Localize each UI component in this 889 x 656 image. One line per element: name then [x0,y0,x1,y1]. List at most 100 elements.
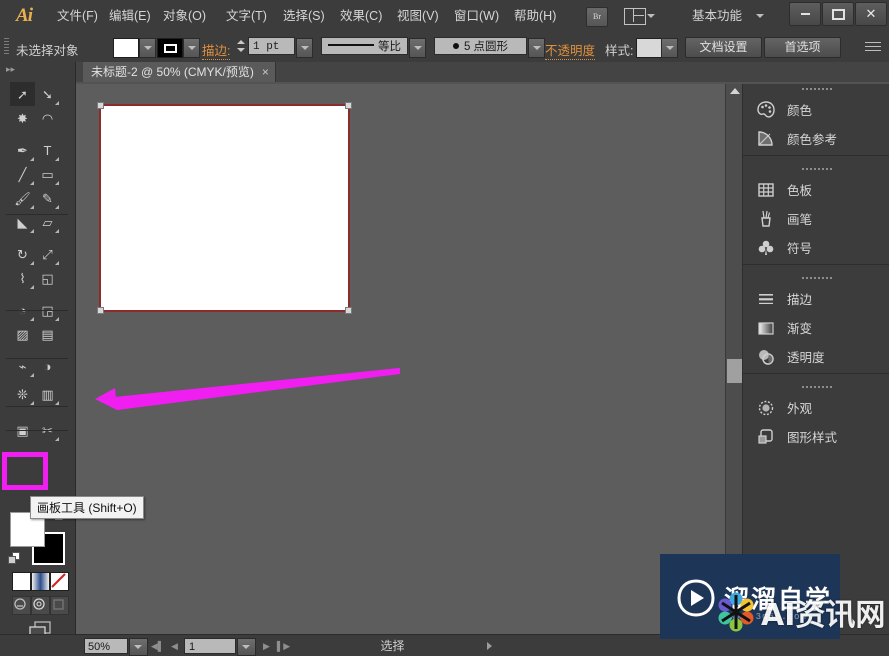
stroke-panel-label: 描边 [787,293,813,307]
selection-tool[interactable]: ➚ [10,82,35,106]
stroke-panel[interactable]: 描边 [743,284,889,313]
bridge-button[interactable]: Br [586,7,608,27]
dock-group-grip[interactable] [800,167,833,172]
gradient-tool[interactable]: ▤ [35,322,60,346]
arrange-documents-button[interactable] [624,6,658,26]
full-screen-button[interactable] [50,596,69,615]
stroke-weight-label[interactable]: 描边: [202,40,231,60]
tools-panel-grip[interactable]: ▸▸ [6,65,28,74]
free-transform-tool[interactable]: ◱ [35,266,60,290]
swatches-panel[interactable]: 色板 [743,175,889,204]
document-setup-button[interactable]: 文档设置 [685,37,762,58]
canvas-area[interactable] [76,84,725,634]
direct-selection-tool[interactable]: ➘ [35,82,60,106]
brush-definition-input[interactable]: 5 点圆形 [434,37,527,55]
color-guide-panel[interactable]: 颜色参考 [743,124,889,153]
style-dropdown[interactable] [661,38,678,58]
stroke-color-swatch[interactable] [157,38,183,58]
artboard-handle[interactable] [345,102,352,109]
gradient-panel[interactable]: 渐变 [743,313,889,342]
color-panel[interactable]: 颜色 [743,95,889,124]
width-tool[interactable]: ⌇ [10,266,35,290]
menu-item-3[interactable]: 文字(T) [221,6,272,26]
fill-color-swatch[interactable] [113,38,139,58]
lasso-tool[interactable]: ◠ [35,106,60,130]
menu-item-6[interactable]: 视图(V) [392,6,444,26]
first-artboard-button[interactable]: ◀▌ [149,638,166,654]
close-button[interactable]: ✕ [855,2,887,26]
scale-tool[interactable]: ⤢ [35,242,60,266]
line-segment-tool[interactable]: ╱ [10,162,35,186]
stroke-weight-dropdown[interactable] [296,38,313,58]
control-bar-menu-icon[interactable] [865,42,881,54]
tool-group-indicator [55,437,59,441]
style-swatch[interactable] [636,38,662,58]
rotate-tool[interactable]: ↻ [10,242,35,266]
mesh-tool[interactable]: ▨ [10,322,35,346]
paintbrush-tool[interactable]: 🖌 [10,186,35,210]
maximize-button[interactable] [822,2,854,26]
vertical-scroll-thumb[interactable] [727,359,742,383]
zoom-level-input[interactable]: 50% [84,638,128,654]
next-artboard-button[interactable]: ▶ [258,638,275,654]
preferences-button[interactable]: 首选项 [764,37,841,58]
document-tab[interactable]: 未标题-2 @ 50% (CMYK/预览) × [83,62,276,82]
rectangle-tool[interactable]: ▭ [35,162,60,186]
appearance-panel[interactable]: 外观 [743,393,889,422]
stroke-profile-input[interactable]: 等比 [321,37,408,55]
artboard[interactable] [97,102,352,314]
control-bar-grip[interactable] [4,38,9,56]
normal-screen-mode-button[interactable] [12,596,31,615]
pen-tool[interactable]: ✒ [10,138,35,162]
scroll-up-icon[interactable] [730,88,740,94]
artboard-handle[interactable] [97,307,104,314]
pencil-tool[interactable]: ✎ [35,186,60,210]
artboard-number-input[interactable]: 1 [184,638,236,654]
minimize-button[interactable] [789,2,821,26]
tool-group-indicator [30,317,34,321]
brush-definition-dropdown[interactable] [528,38,545,58]
artboard-handle[interactable] [97,102,104,109]
previous-artboard-button[interactable]: ◀ [166,638,183,654]
symbol-sprayer-tool[interactable]: ❊ [10,382,35,406]
default-fill-stroke-icon[interactable] [8,552,22,566]
graphic-styles-panel[interactable]: 图形样式 [743,422,889,451]
artboard-number-dropdown[interactable] [237,638,256,656]
type-tool[interactable]: T [35,138,60,162]
dock-group-grip[interactable] [800,276,833,281]
brushes-panel[interactable]: 画笔 [743,204,889,233]
stroke-profile-dropdown[interactable] [409,38,426,58]
symbols-panel[interactable]: 符号 [743,233,889,262]
stroke-weight-input[interactable]: 1 pt [248,37,295,55]
workspace-switcher[interactable]: 基本功能 [692,7,764,25]
menu-item-5[interactable]: 效果(C) [335,6,387,26]
artboard-handle[interactable] [345,307,352,314]
opacity-label[interactable]: 不透明度 [545,40,596,60]
stroke-weight-stepper[interactable] [235,37,246,55]
transparency-panel[interactable]: 透明度 [743,342,889,371]
full-screen-with-menubar-button[interactable] [31,596,50,615]
column-graph-tool[interactable]: ▥ [35,382,60,406]
none-fill-mode-button[interactable] [50,572,69,591]
menu-item-4[interactable]: 选择(S) [278,6,330,26]
menu-item-0[interactable]: 文件(F) [52,6,103,26]
status-menu-icon[interactable] [487,642,492,650]
last-artboard-button[interactable]: ▌▶ [275,638,292,654]
stroke-color-dropdown[interactable] [183,38,200,58]
dock-group-grip[interactable] [800,385,833,390]
fill-color-dropdown[interactable] [139,38,156,58]
symbols-panel-label: 符号 [787,242,813,256]
close-tab-icon[interactable]: × [262,62,269,82]
zoom-level-dropdown[interactable] [129,638,148,656]
menu-item-2[interactable]: 对象(O) [158,6,211,26]
chevron-down-icon [647,14,655,18]
menu-item-1[interactable]: 编辑(E) [104,6,156,26]
magic-wand-tool[interactable]: ✸ [10,106,35,130]
menu-item-8[interactable]: 帮助(H) [509,6,561,26]
menu-item-7[interactable]: 窗口(W) [449,6,504,26]
gradient-fill-mode-button[interactable] [31,572,50,591]
tool-group-indicator [30,181,34,185]
vertical-scrollbar[interactable] [725,84,743,634]
dock-group-grip[interactable] [800,87,833,92]
color-fill-mode-button[interactable] [12,572,31,591]
